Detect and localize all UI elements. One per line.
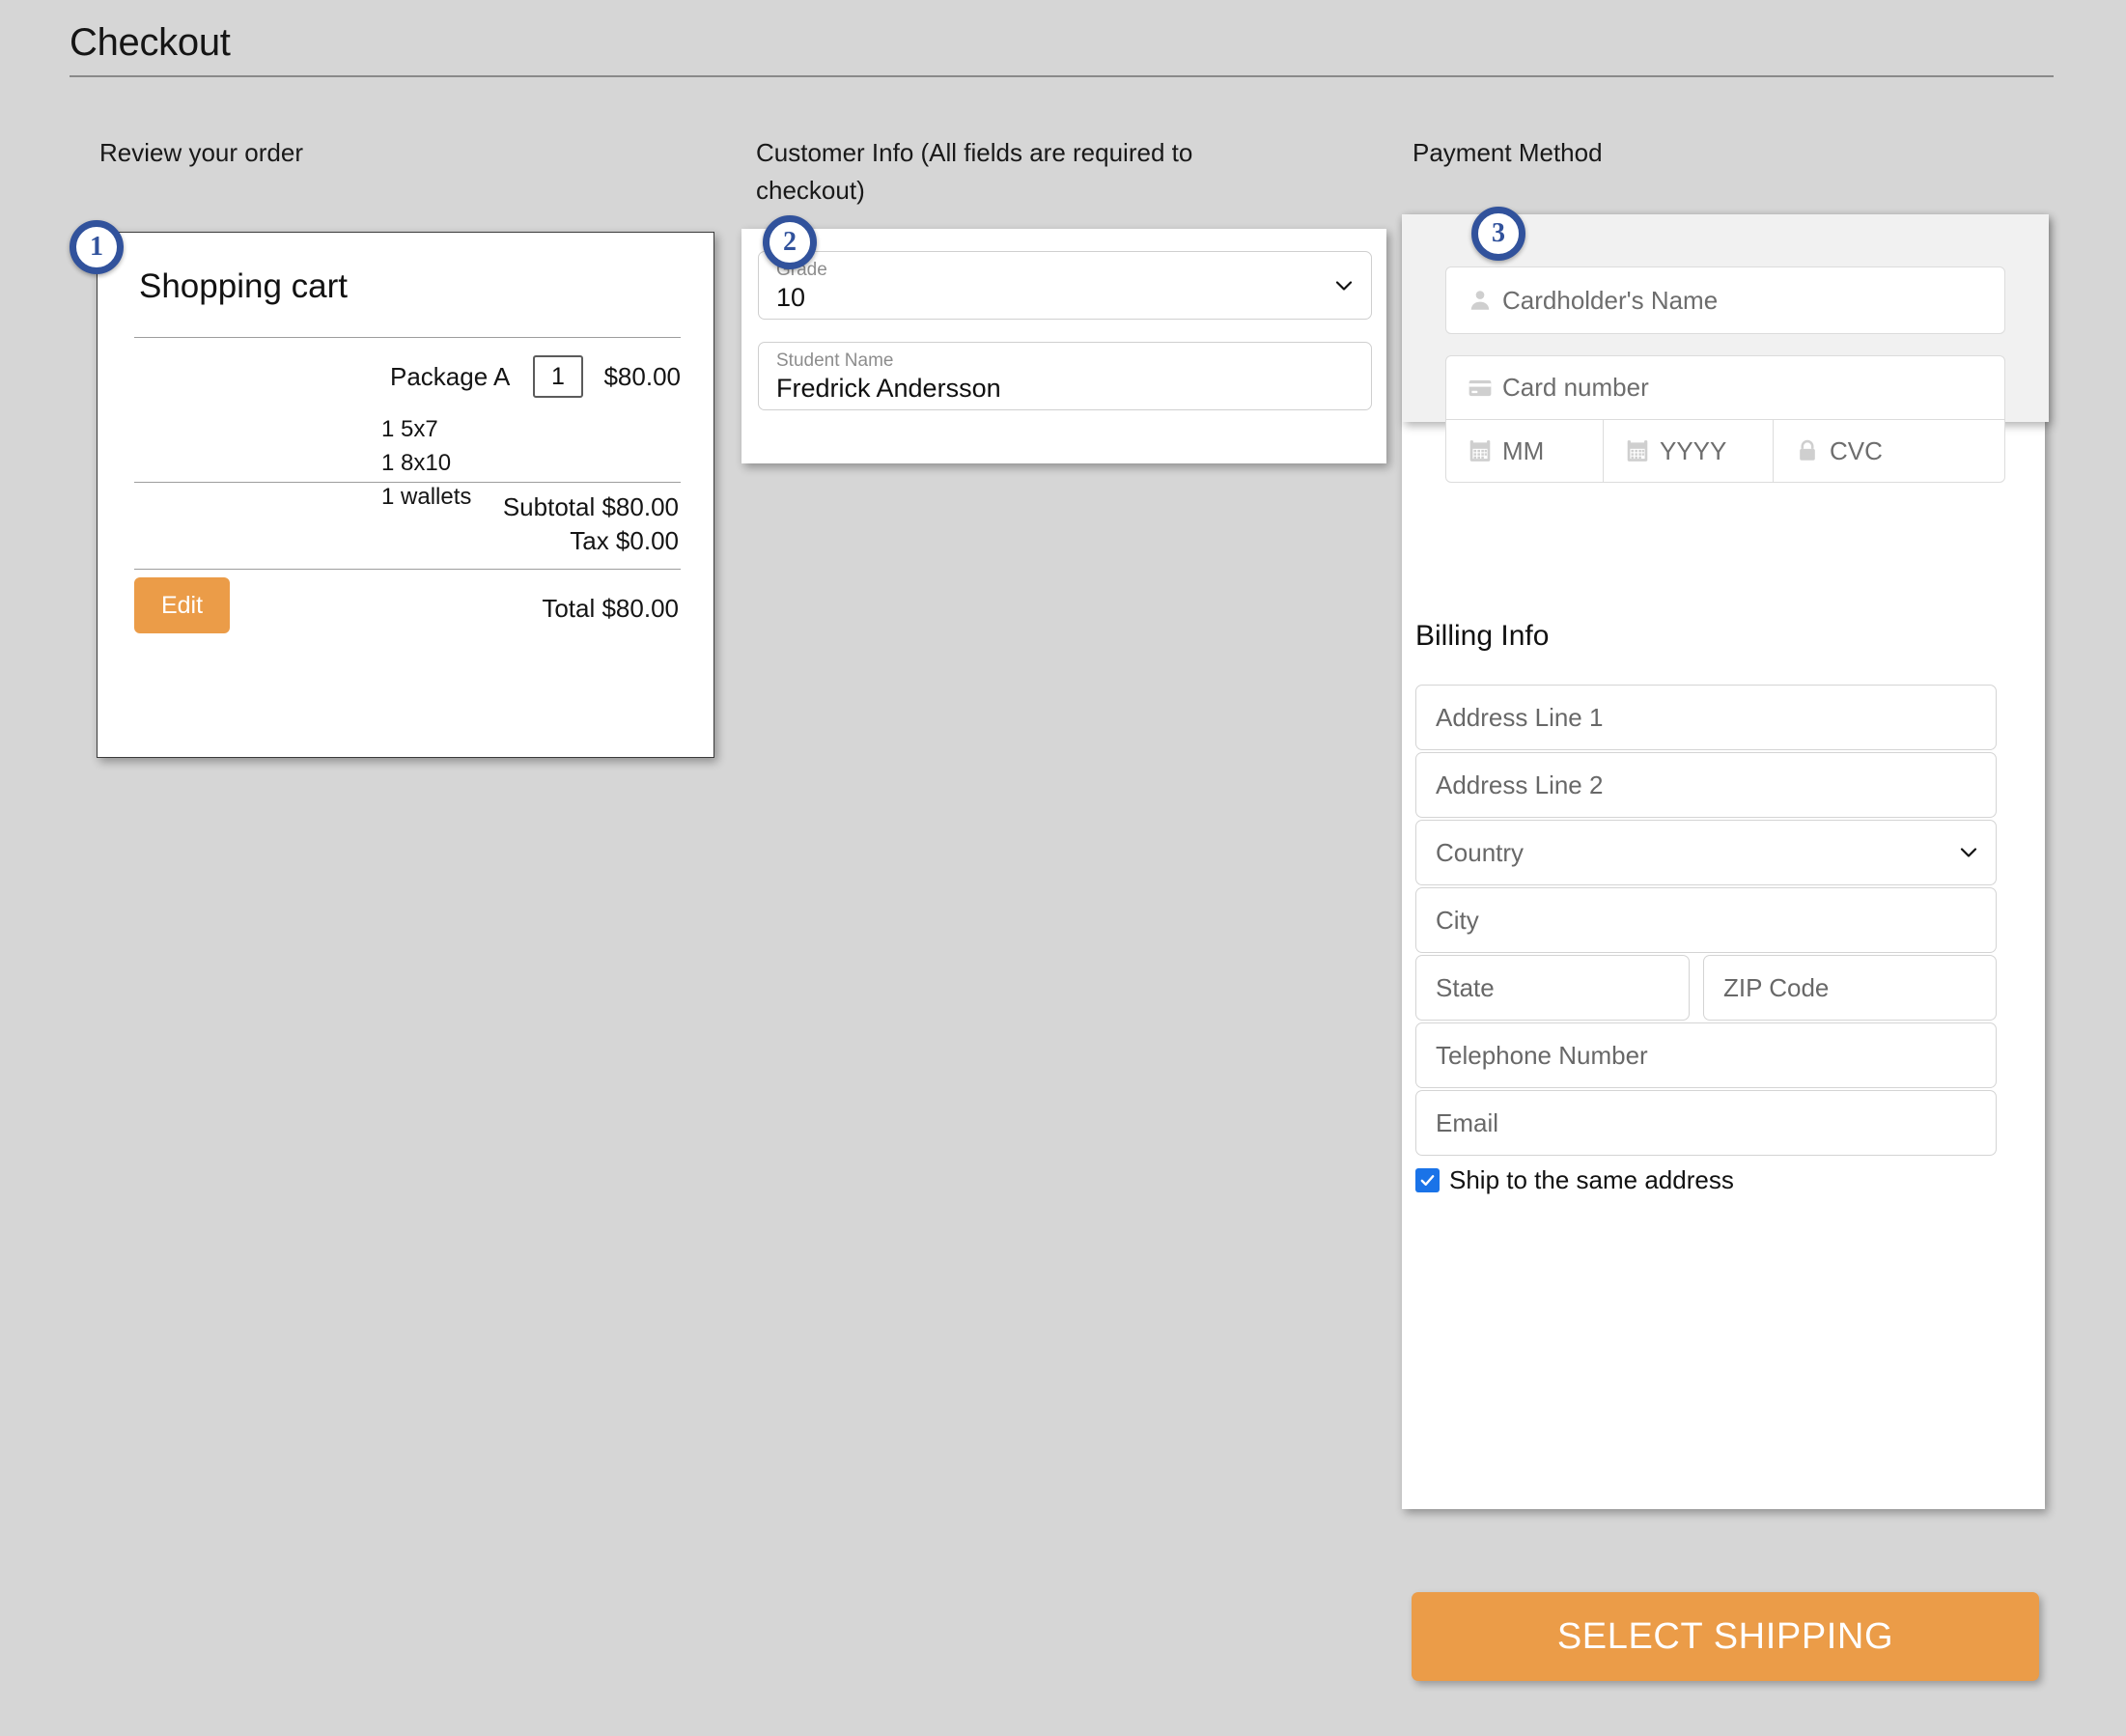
page-header: Checkout [70,19,2054,77]
calendar-icon [1627,440,1648,462]
expiry-month-placeholder-text: MM [1502,435,1545,465]
page-title: Checkout [70,21,231,64]
address-line-2-input[interactable]: Address Line 2 [1415,752,1997,818]
edit-cart-button[interactable]: Edit [134,577,230,633]
customer-info-panel: Grade 10 Student Name Fredrick Andersson [741,229,1386,463]
cart-content-line: 1 8x10 [381,450,452,476]
city-input[interactable]: City [1415,887,1997,953]
ship-same-address-checkbox[interactable] [1415,1167,1440,1192]
cart-contents-list: 1 5x7 1 8x10 1 wallets [381,412,471,514]
select-shipping-button[interactable]: SELECT SHIPPING [1412,1592,2039,1681]
expiry-year-input[interactable]: YYYY [1604,419,1774,483]
cart-content-line: 1 wallets [381,484,472,510]
email-input[interactable]: Email [1415,1090,1997,1156]
grade-select[interactable]: Grade 10 [758,251,1372,320]
card-number-placeholder-text: Card number [1502,373,1649,402]
grade-value: 10 [776,283,806,312]
chevron-down-icon [1960,848,1977,857]
ship-same-address-row[interactable]: Ship to the same address [1415,1165,1734,1194]
lock-icon [1800,439,1815,461]
address-line-1-input[interactable]: Address Line 1 [1415,685,1997,750]
shopping-cart-panel: Shopping cart Package A 1 $80.00 1 5x7 1… [97,232,714,758]
cart-divider-middle [134,482,681,483]
cart-subtotal: Subtotal $80.00 [502,492,679,521]
step-badge-2: 2 [763,215,817,269]
customer-info-heading: Customer Info (All fields are required t… [756,138,1193,205]
state-input[interactable]: State [1415,955,1690,1021]
student-name-input[interactable]: Student Name Fredrick Andersson [758,342,1372,410]
card-number-input[interactable]: Card number [1445,355,2005,419]
cvc-input[interactable]: CVC [1774,419,2005,483]
payment-method-heading: Payment Method [1413,138,1603,167]
student-name-value: Fredrick Andersson [776,374,1001,403]
step-badge-3: 3 [1471,207,1525,261]
cardholder-name-input[interactable]: Cardholder's Name [1445,266,2005,334]
cvc-placeholder-text: CVC [1830,435,1883,465]
cart-tax: Tax $0.00 [570,526,679,555]
zip-code-input[interactable]: ZIP Code [1703,955,1997,1021]
credit-card-icon [1469,379,1492,396]
country-placeholder-text: Country [1436,837,1525,867]
calendar-icon [1469,440,1491,462]
country-select[interactable]: Country [1415,820,1997,885]
cart-divider-top [134,337,681,338]
quantity-input[interactable]: 1 [533,355,583,398]
chevron-down-icon [1335,280,1353,291]
cart-divider-bottom [134,569,681,570]
telephone-input[interactable]: Telephone Number [1415,1022,1997,1088]
review-order-heading: Review your order [99,138,303,167]
check-icon [1420,1174,1435,1186]
expiry-year-placeholder-text: YYYY [1660,435,1727,465]
cart-item-price: $80.00 [603,361,681,391]
cart-item-name: Package A [390,361,511,391]
expiry-month-input[interactable]: MM [1445,419,1604,483]
student-name-label: Student Name [776,350,894,371]
person-icon [1470,291,1490,310]
cart-content-line: 1 5x7 [381,416,438,442]
header-divider [70,75,2054,77]
billing-info-title: Billing Info [1415,620,1550,652]
shopping-cart-title: Shopping cart [139,267,348,305]
ship-same-address-label: Ship to the same address [1449,1165,1734,1194]
cardholder-placeholder-text: Cardholder's Name [1502,285,1719,315]
step-badge-1: 1 [70,220,124,274]
cart-total: Total $80.00 [542,594,679,623]
cart-line-item: Package A 1 $80.00 [134,354,681,399]
